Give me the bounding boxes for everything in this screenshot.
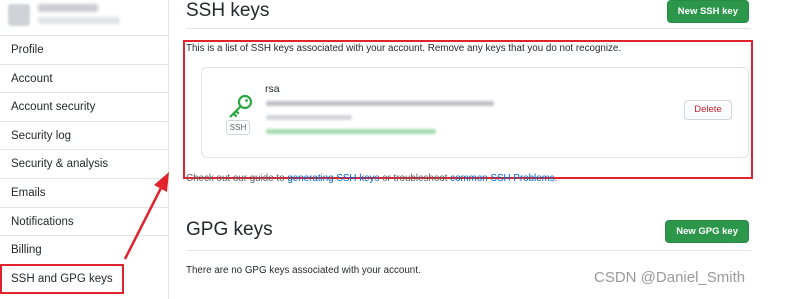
avatar — [8, 4, 30, 26]
watermark: CSDN @Daniel_Smith — [594, 269, 746, 286]
sidebar-item-account[interactable]: Account — [0, 63, 168, 93]
sidebar-item-billing[interactable]: Billing — [0, 235, 168, 264]
settings-sidebar: Profile Account Account security Securit… — [0, 0, 169, 299]
user-name-blurred — [38, 4, 98, 12]
guide-prefix: Check out our guide to — [186, 173, 288, 184]
ssh-keys-title: SSH keys — [186, 0, 270, 21]
sidebar-item-notifications[interactable]: Notifications — [0, 206, 168, 236]
gpg-empty-text: There are no GPG keys associated with yo… — [186, 265, 421, 276]
sidebar-item-security-log[interactable]: Security log — [0, 120, 168, 150]
common-ssh-problems-link[interactable]: common SSH Problems — [450, 173, 555, 184]
user-header[interactable] — [8, 2, 158, 30]
sidebar-item-security-analysis[interactable]: Security & analysis — [0, 149, 168, 178]
sidebar-item-emails[interactable]: Emails — [0, 177, 168, 207]
user-subtitle-blurred — [38, 17, 120, 24]
guide-middle: or troubleshoot — [379, 173, 451, 184]
settings-nav: Profile Account Account security Securit… — [0, 35, 168, 294]
new-ssh-key-button[interactable]: New SSH key — [666, 0, 749, 23]
ssh-divider — [186, 28, 751, 29]
gpg-divider — [186, 250, 751, 251]
new-gpg-key-button[interactable]: New GPG key — [665, 220, 749, 243]
sidebar-item-profile[interactable]: Profile — [0, 35, 168, 64]
gpg-keys-title: GPG keys — [186, 219, 273, 240]
ssh-guide-text: Check out our guide to generating SSH ke… — [186, 173, 557, 184]
guide-suffix: . — [554, 173, 558, 184]
main-content: SSH keys New SSH key This is a list of S… — [183, 0, 766, 299]
sidebar-item-ssh-gpg-keys[interactable]: SSH and GPG keys — [0, 263, 124, 294]
generating-ssh-keys-link[interactable]: generating SSH keys — [287, 173, 379, 184]
sidebar-item-account-security[interactable]: Account security — [0, 92, 168, 121]
highlight-box — [183, 40, 753, 179]
